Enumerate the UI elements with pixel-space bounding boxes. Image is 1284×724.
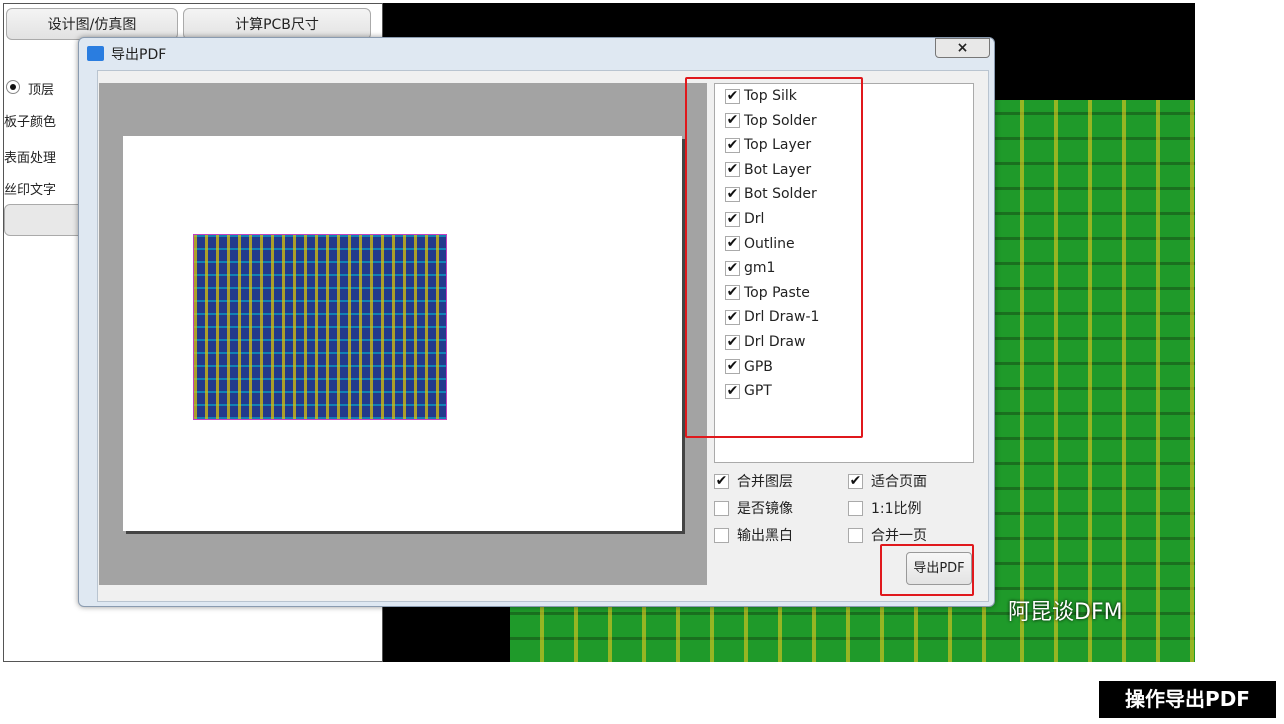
close-button[interactable]: × <box>935 38 990 58</box>
caption: 操作导出PDF <box>1099 681 1276 718</box>
option-checkbox[interactable]: 输出黑白 <box>714 525 793 545</box>
option-checkbox[interactable]: ✔ 合并图层 <box>714 471 793 491</box>
tab-calc-pcb-size[interactable]: 计算PCB尺寸 <box>183 8 371 40</box>
surface-finish-label: 表面处理 <box>4 151 57 166</box>
tab-design-simulation[interactable]: 设计图/仿真图 <box>6 8 178 40</box>
option-label: 合并一页 <box>871 528 927 544</box>
checkbox[interactable]: ✔ <box>714 473 729 489</box>
option-checkbox[interactable]: 1:1比例 <box>848 498 922 518</box>
option-label: 是否镜像 <box>737 501 793 517</box>
checkbox[interactable] <box>714 500 729 516</box>
top-layer-radio[interactable] <box>6 80 20 94</box>
option-checkbox[interactable]: 合并一页 <box>848 525 927 545</box>
highlight-export-button <box>880 544 974 596</box>
option-label: 1:1比例 <box>871 501 922 517</box>
silkscreen-label: 丝印文字 <box>4 183 57 198</box>
pcb-render-bottom <box>510 600 1000 662</box>
option-checkbox[interactable]: ✔ 适合页面 <box>848 471 927 491</box>
board-color-label: 板子颜色 <box>4 115 57 130</box>
top-layer-label: 顶层 <box>28 83 55 98</box>
checkbox[interactable]: ✔ <box>848 473 863 489</box>
option-label: 合并图层 <box>737 474 793 490</box>
pcb-preview-image <box>193 234 447 420</box>
pcb-render-right <box>990 100 1195 662</box>
option-label: 适合页面 <box>871 474 927 490</box>
highlight-layer-list <box>685 77 863 438</box>
option-label: 输出黑白 <box>737 528 793 544</box>
watermark: 阿昆谈DFM <box>1008 600 1123 625</box>
checkbox[interactable] <box>848 500 863 516</box>
dialog-title: 导出PDF <box>111 47 167 63</box>
option-checkbox[interactable]: 是否镜像 <box>714 498 793 518</box>
checkbox[interactable] <box>714 527 729 543</box>
side-button[interactable] <box>4 204 84 236</box>
checkbox[interactable] <box>848 527 863 543</box>
app-icon <box>87 46 104 61</box>
